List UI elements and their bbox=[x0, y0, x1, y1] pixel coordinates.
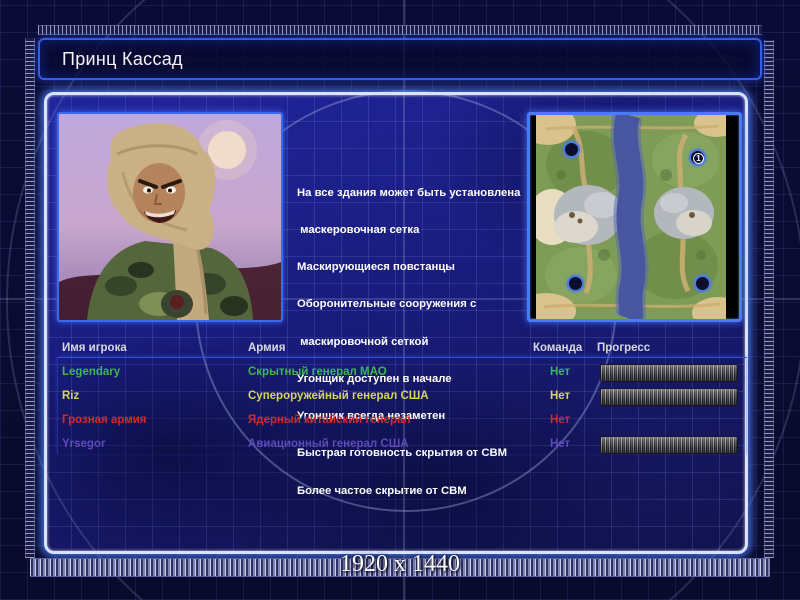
start-position-marker bbox=[567, 275, 584, 292]
game-lobby-loading-screen: Принц Кассад На все здания может быть ус… bbox=[0, 0, 800, 600]
trait-line: На все здания может быть установлена bbox=[297, 186, 521, 199]
trait-line: Более частое скрытие от СВМ bbox=[297, 484, 467, 497]
trait-line: Маскирующиеся повстанцы bbox=[297, 261, 455, 274]
minimap-panel: 1 bbox=[527, 112, 742, 322]
player-loading-progress-bar bbox=[600, 388, 738, 406]
general-traits-list: На все здания может быть установлена мас… bbox=[297, 162, 535, 522]
player-team: Нет bbox=[550, 390, 571, 402]
player-army: Ядерный китайский генерал bbox=[248, 414, 411, 426]
column-header-progress: Прогресс bbox=[597, 342, 651, 354]
player-name: Riz bbox=[62, 390, 80, 402]
start-position-marker bbox=[694, 275, 711, 292]
start-position-marker-player1: 1 bbox=[689, 149, 706, 166]
player-loading-progress-bar bbox=[600, 364, 738, 382]
column-header-army: Армия bbox=[248, 342, 286, 354]
player-team: Нет bbox=[550, 414, 571, 426]
player-army: Супероружейный генерал США bbox=[248, 390, 429, 402]
portrait-illustration bbox=[59, 114, 281, 320]
player-loading-progress-bar bbox=[600, 436, 738, 454]
column-header-player-name: Имя игрока bbox=[62, 342, 127, 354]
general-portrait bbox=[57, 112, 283, 322]
general-title-bar: Принц Кассад bbox=[38, 38, 762, 80]
minimap-terrain: 1 bbox=[530, 115, 739, 319]
player-name: Yrsegor bbox=[62, 438, 106, 450]
general-name-title: Принц Кассад bbox=[62, 49, 183, 69]
player-team: Нет bbox=[550, 438, 571, 450]
ruler-strip-right bbox=[764, 40, 774, 558]
ruler-strip-left bbox=[25, 38, 35, 558]
resolution-caption: 1920 x 1440 bbox=[340, 551, 460, 577]
column-header-team: Команда bbox=[533, 342, 583, 354]
player-name: Legendary bbox=[62, 366, 121, 378]
player-army: Авиационный генерал США bbox=[248, 438, 409, 450]
player-number-badge: 1 bbox=[693, 153, 704, 164]
start-position-marker bbox=[563, 141, 580, 158]
trait-line: маскировочной сеткой bbox=[297, 335, 429, 348]
player-army: Скрытный генерал МАО bbox=[248, 366, 387, 378]
player-team: Нет bbox=[550, 366, 571, 378]
player-name: Грозная армия bbox=[62, 414, 147, 426]
trait-line: Оборонительные сооружения с bbox=[297, 298, 477, 311]
trait-line: маскеровочная сетка bbox=[297, 224, 420, 237]
ruler-strip-top bbox=[38, 25, 762, 35]
